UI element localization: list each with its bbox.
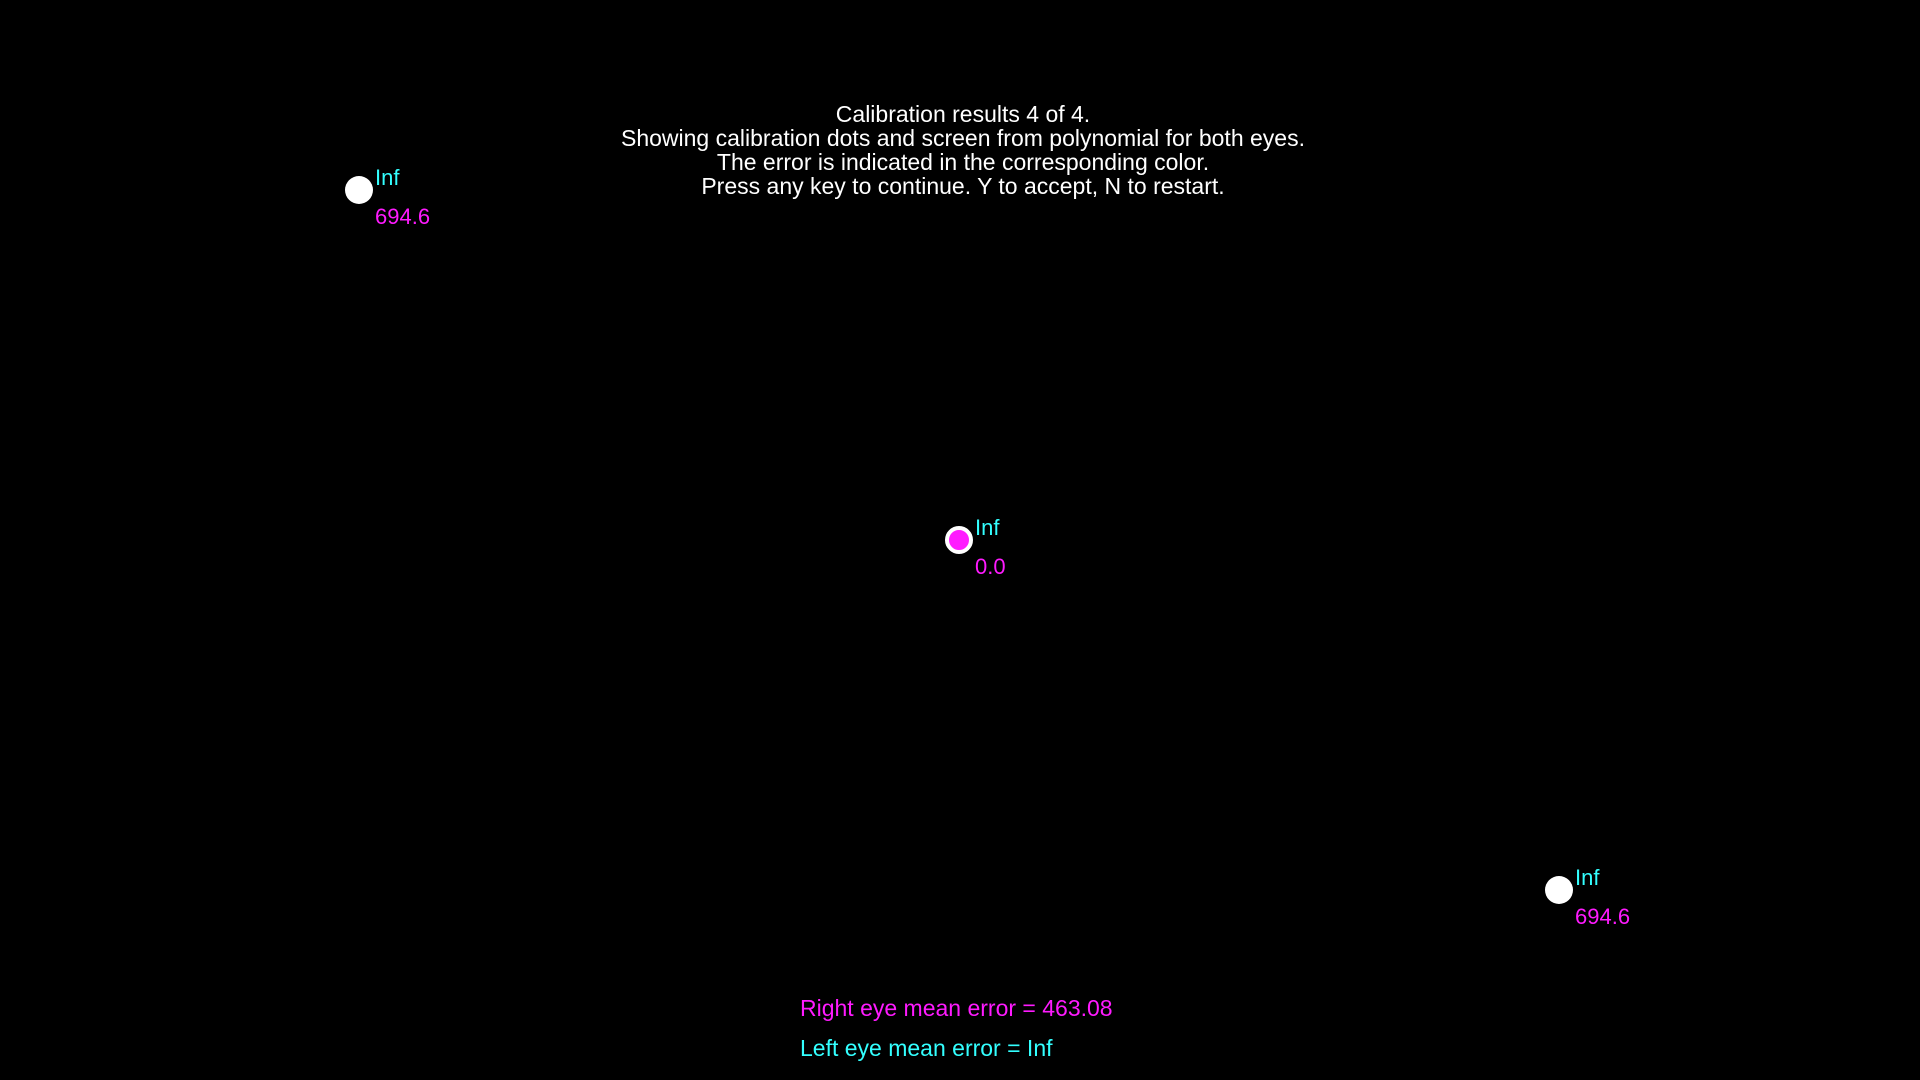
header-key-instructions: Press any key to continue. Y to accept, …: [701, 173, 1225, 199]
left-eye-error-label: Inf: [1575, 865, 1600, 890]
calibration-target-dot: [345, 176, 373, 204]
calibration-results-screen: Calibration results 4 of 4. Showing cali…: [0, 0, 1920, 1080]
header-description: Showing calibration dots and screen from…: [621, 125, 1305, 151]
instructions-header: Calibration results 4 of 4. Showing cali…: [0, 102, 1920, 198]
header-error-note: The error is indicated in the correspond…: [716, 149, 1210, 175]
header-title: Calibration results 4 of 4.: [835, 101, 1091, 127]
calibration-target-dot: [1545, 876, 1573, 904]
right-eye-mean-error: Right eye mean error = 463.08: [800, 995, 1113, 1021]
left-eye-error-label: Inf: [375, 165, 400, 190]
left-eye-error-label: Inf: [975, 515, 1000, 540]
left-eye-mean-error: Left eye mean error = Inf: [800, 1035, 1053, 1061]
right-eye-error-label: 694.6: [1575, 904, 1631, 929]
calibration-target-dot-with-gaze: [945, 526, 973, 554]
right-eye-error-label: 694.6: [375, 204, 431, 229]
right-eye-error-label: 0.0: [975, 554, 1006, 579]
